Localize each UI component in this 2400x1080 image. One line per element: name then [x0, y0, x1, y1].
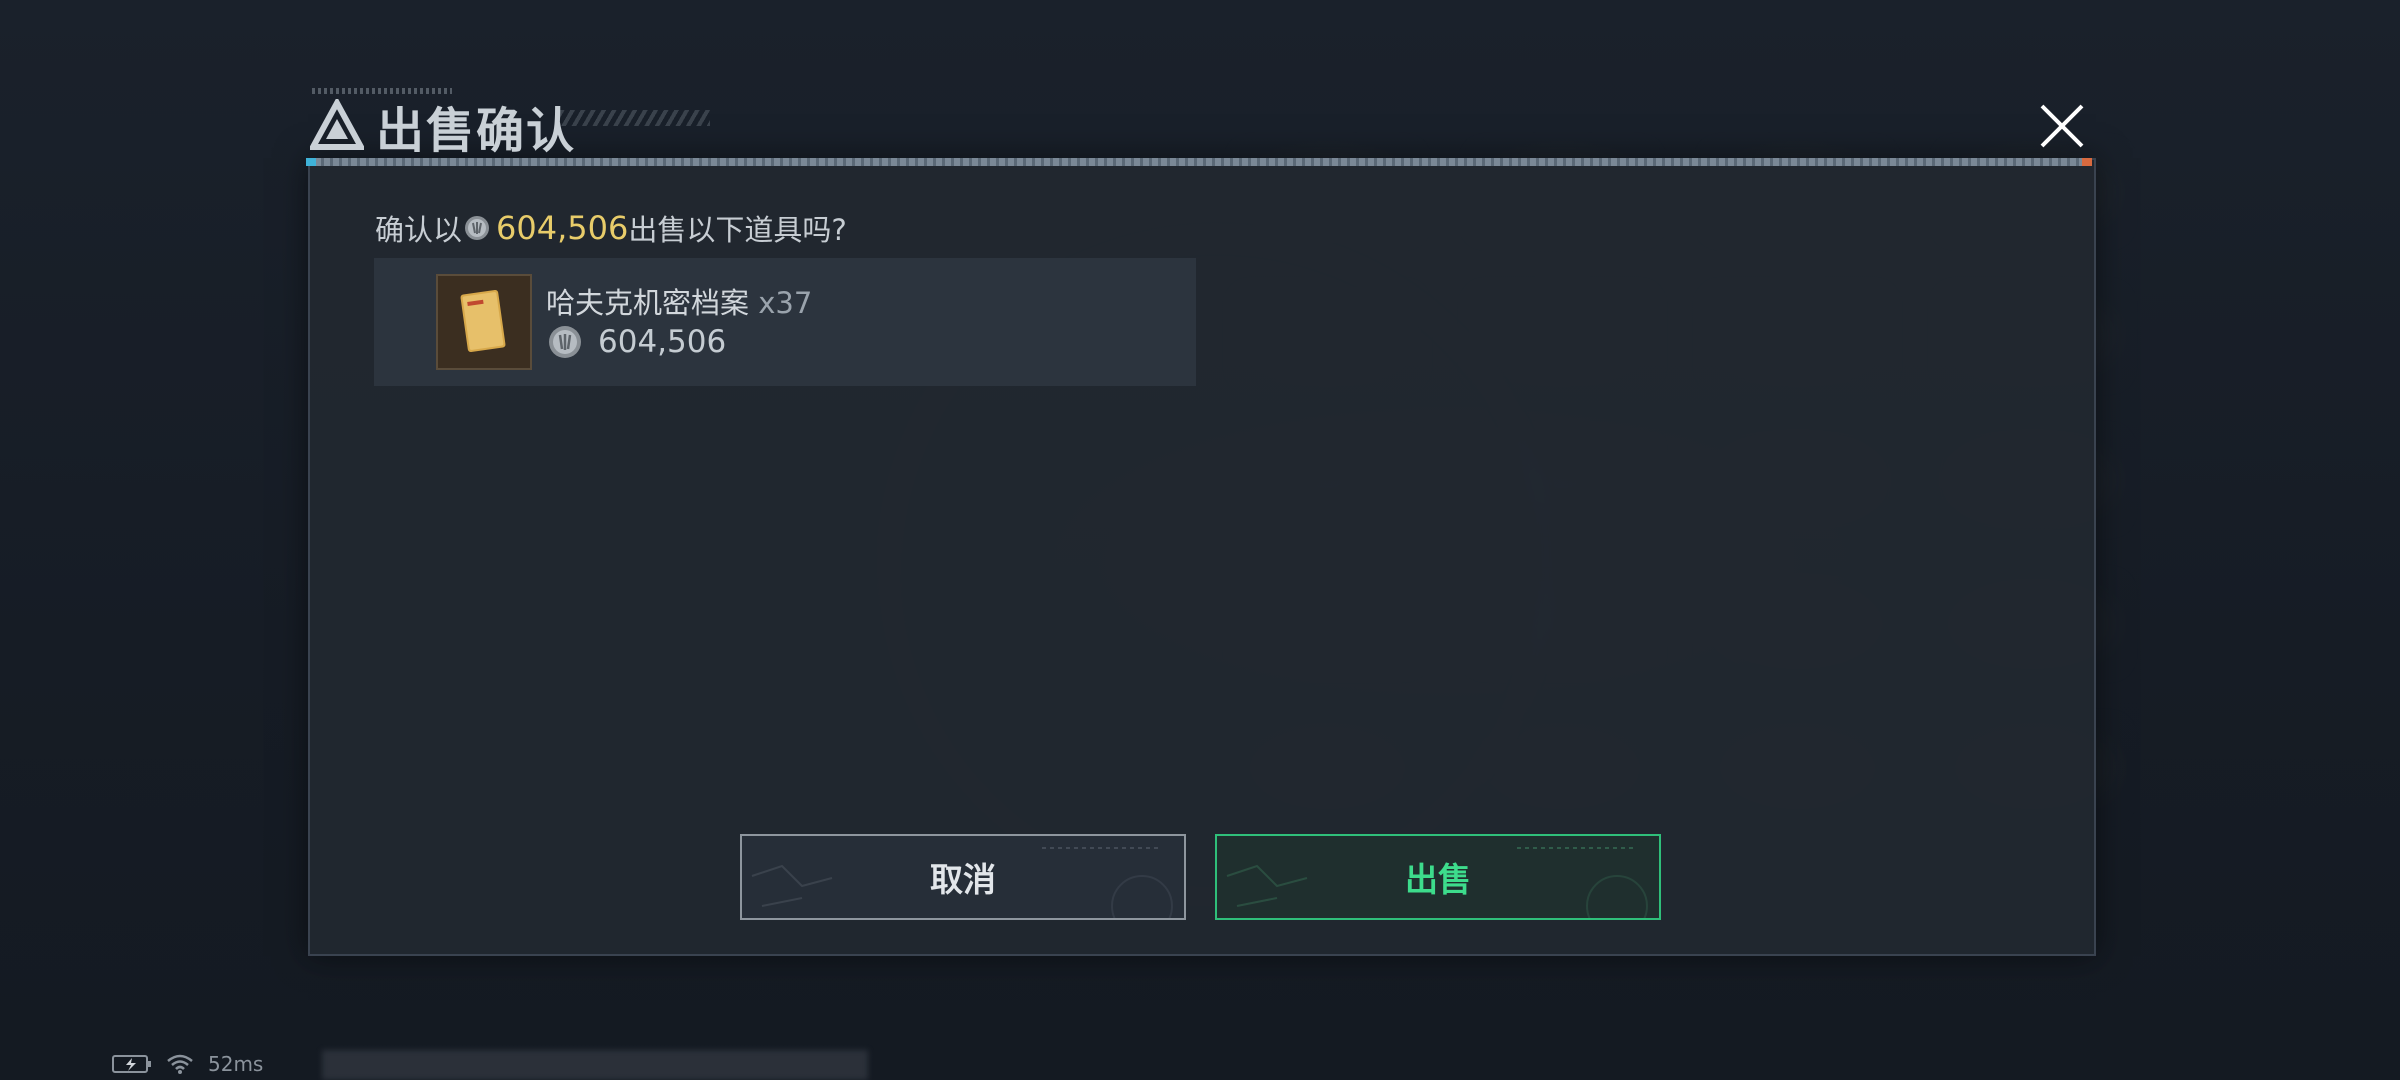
ping-value: 52ms [208, 1052, 264, 1076]
close-icon [2040, 104, 2084, 148]
cancel-label: 取消 [930, 860, 996, 899]
confirm-message: 确认以 604,506 出售以下道具吗? [375, 204, 847, 252]
blurred-message-bar [322, 1050, 868, 1080]
dialog-rule-accent-right [2082, 158, 2092, 166]
confirm-suffix: 出售以下道具吗? [628, 213, 847, 247]
item-quantity: x37 [758, 286, 813, 320]
wifi-icon [167, 1054, 193, 1074]
coin-icon [465, 216, 490, 240]
item-thumbnail [436, 274, 532, 370]
triangle-logo-icon [310, 99, 364, 150]
item-name: 哈夫克机密档案 [546, 286, 750, 320]
status-bar: 52ms [112, 1052, 263, 1076]
sell-button[interactable]: 出售 [1215, 834, 1661, 920]
sell-label: 出售 [1405, 860, 1471, 899]
cancel-button[interactable]: 取消 [740, 834, 1186, 920]
dialog-rule-accent-left [306, 158, 316, 166]
item-price-line: 604,506 [548, 324, 726, 360]
item-price: 604,506 [598, 324, 727, 360]
confirm-amount: 604,506 [496, 209, 629, 247]
item-name-line: 哈夫克机密档案 x37 [546, 280, 812, 322]
close-button[interactable] [2032, 96, 2092, 156]
battery-charging-icon [112, 1055, 151, 1073]
document-icon [460, 290, 506, 352]
dialog-header: 出售确认 [310, 96, 576, 159]
dialog-title: 出售确认 [376, 103, 577, 159]
coin-icon [549, 326, 581, 358]
confirm-prefix: 确认以 [375, 213, 463, 247]
title-decoration-stripes [560, 110, 710, 126]
